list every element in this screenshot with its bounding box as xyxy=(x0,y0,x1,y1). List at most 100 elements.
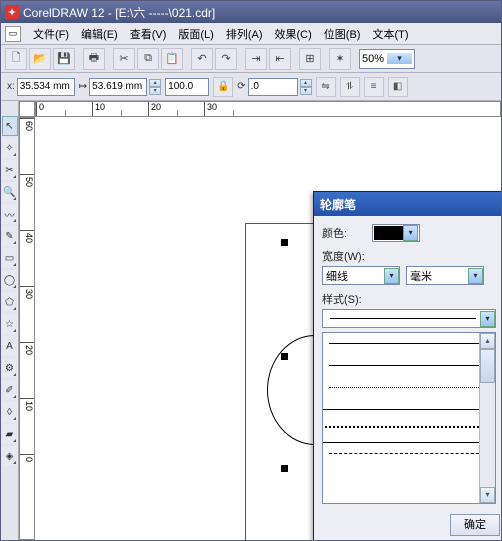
style-label-row: 样式(S): xyxy=(322,291,496,307)
ellipse-tool[interactable]: ◯ xyxy=(2,270,18,290)
outline-pen-dialog: 轮廓笔 颜色: ▾ 宽度(W): 细线 ▾ 毫米 ▾ 样式( xyxy=(313,191,502,541)
selection-handle[interactable] xyxy=(281,465,288,472)
property-bar: x: ↦ ▴▾ 🔒 ⟳ ▴▾ ⇋ ⥮ ≡ ◧ xyxy=(1,73,501,101)
chevron-down-icon[interactable]: ▾ xyxy=(387,53,412,64)
cut-button[interactable]: ✂ xyxy=(113,48,135,70)
save-button[interactable]: 💾 xyxy=(53,48,75,70)
rotate-input[interactable] xyxy=(248,78,298,96)
menu-edit[interactable]: 编辑(E) xyxy=(75,24,124,44)
basic-shapes-tool[interactable]: ☆ xyxy=(2,314,18,334)
print-button[interactable]: 🖶 xyxy=(83,48,105,70)
x-input[interactable] xyxy=(17,78,75,96)
new-button[interactable]: 🗋 xyxy=(5,48,27,70)
toolbox: ↖ ✧ ✂ 🔍 〰 ✎ ▭ ◯ ⬠ ☆ A ⚙ ✐ ◊ ▰ ◈ xyxy=(1,101,19,540)
v-tick: 40 xyxy=(20,230,34,286)
w-spinner[interactable]: ▴▾ xyxy=(149,79,161,95)
style-item-thin[interactable] xyxy=(323,355,495,377)
interactive-fill-tool[interactable]: ◈ xyxy=(2,446,18,466)
copy-button[interactable]: ⧉ xyxy=(137,48,159,70)
w-icon: ↦ xyxy=(79,81,87,92)
zoom-tool[interactable]: 🔍 xyxy=(2,182,18,202)
v-tick: 20 xyxy=(20,342,34,398)
style-item-dotted[interactable] xyxy=(323,377,495,399)
corel-online-button[interactable]: ✶ xyxy=(329,48,351,70)
pick-tool[interactable]: ↖ xyxy=(2,116,18,136)
scroll-down-button[interactable]: ▾ xyxy=(480,487,495,503)
doc-icon[interactable]: ▭ xyxy=(5,26,21,42)
selection-handle[interactable] xyxy=(281,239,288,246)
x-field: x: xyxy=(7,78,75,96)
freehand-tool[interactable]: 〰 xyxy=(2,204,18,224)
style-scrollbar[interactable]: ▴ ▾ xyxy=(479,333,495,503)
sx-input[interactable] xyxy=(165,78,209,96)
app-launcher-button[interactable]: ⊞ xyxy=(299,48,321,70)
color-label: 颜色: xyxy=(322,225,366,241)
menu-effects[interactable]: 效果(C) xyxy=(269,24,318,44)
unit-combo[interactable]: 毫米 ▾ xyxy=(406,266,484,285)
menu-bitmap[interactable]: 位图(B) xyxy=(318,24,367,44)
width-label-row: 宽度(W): xyxy=(322,248,496,264)
style-item-solid[interactable] xyxy=(323,333,495,355)
chevron-down-icon[interactable]: ▾ xyxy=(480,311,495,327)
outline-tool[interactable]: ◊ xyxy=(2,402,18,422)
menu-file[interactable]: 文件(F) xyxy=(27,24,75,44)
vertical-ruler[interactable]: 60 50 40 30 20 10 0 xyxy=(19,117,35,540)
horizontal-ruler[interactable]: 0 10 20 30 xyxy=(35,101,501,117)
x-label: x: xyxy=(7,81,15,92)
smart-tool[interactable]: ✎ xyxy=(2,226,18,246)
fill-tool[interactable]: ▰ xyxy=(2,424,18,444)
menu-layout[interactable]: 版面(L) xyxy=(172,24,219,44)
sx-field xyxy=(165,78,209,96)
scroll-up-button[interactable]: ▴ xyxy=(480,333,495,349)
polygon-tool[interactable]: ⬠ xyxy=(2,292,18,312)
chevron-down-icon[interactable]: ▾ xyxy=(384,268,399,284)
selection-handle[interactable] xyxy=(281,353,288,360)
w-input[interactable] xyxy=(89,78,147,96)
paste-button[interactable]: 📋 xyxy=(161,48,183,70)
scroll-thumb[interactable] xyxy=(480,349,495,383)
style-list[interactable]: ▴ ▾ xyxy=(322,332,496,504)
interactive-tool[interactable]: ⚙ xyxy=(2,358,18,378)
v-tick: 0 xyxy=(20,454,34,510)
misc-button-2[interactable]: ◧ xyxy=(388,77,408,97)
lock-ratio-button[interactable]: 🔒 xyxy=(213,77,233,97)
rotate-spinner[interactable]: ▴▾ xyxy=(300,79,312,95)
chevron-down-icon[interactable]: ▾ xyxy=(403,225,418,241)
app-icon: ✦ xyxy=(5,5,19,19)
redo-button[interactable]: ↷ xyxy=(215,48,237,70)
standard-toolbar: 🗋 📂 💾 🖶 ✂ ⧉ 📋 ↶ ↷ ⇥ ⇤ ⊞ ✶ 50% ▾ xyxy=(1,45,501,73)
crop-tool[interactable]: ✂ xyxy=(2,160,18,180)
eyedropper-tool[interactable]: ✐ xyxy=(2,380,18,400)
rotate-field: ⟳ ▴▾ xyxy=(237,78,311,96)
menu-arrange[interactable]: 排列(A) xyxy=(220,24,269,44)
mirror-v-button[interactable]: ⥮ xyxy=(340,77,360,97)
v-tick: 10 xyxy=(20,398,34,454)
v-tick: 60 xyxy=(20,118,34,174)
titlebar: ✦ CorelDRAW 12 - [E:\六 -----\021.cdr] xyxy=(1,1,501,23)
import-button[interactable]: ⇥ xyxy=(245,48,267,70)
width-label: 宽度(W): xyxy=(322,248,365,264)
color-row: 颜色: ▾ xyxy=(322,224,496,242)
width-combo[interactable]: 细线 ▾ xyxy=(322,266,400,285)
misc-button-1[interactable]: ≡ xyxy=(364,77,384,97)
v-tick: 50 xyxy=(20,174,34,230)
text-tool[interactable]: A xyxy=(2,336,18,356)
style-item-dashed2[interactable] xyxy=(323,443,495,465)
chevron-down-icon[interactable]: ▾ xyxy=(468,268,483,284)
menu-text[interactable]: 文本(T) xyxy=(366,24,414,44)
menu-view[interactable]: 查看(V) xyxy=(124,24,173,44)
export-button[interactable]: ⇤ xyxy=(269,48,291,70)
style-combo[interactable]: ▾ xyxy=(322,309,496,328)
shape-tool[interactable]: ✧ xyxy=(2,138,18,158)
h-tick: 20 xyxy=(148,102,204,116)
dialog-title[interactable]: 轮廓笔 xyxy=(314,192,502,216)
ok-button[interactable]: 确定 xyxy=(450,514,500,536)
color-swatch[interactable]: ▾ xyxy=(372,224,420,242)
rectangle-tool[interactable]: ▭ xyxy=(2,248,18,268)
mirror-h-button[interactable]: ⇋ xyxy=(316,77,336,97)
menubar: ▭ 文件(F) 编辑(E) 查看(V) 版面(L) 排列(A) 效果(C) 位图… xyxy=(1,23,501,45)
open-button[interactable]: 📂 xyxy=(29,48,51,70)
ruler-origin[interactable] xyxy=(19,101,35,117)
undo-button[interactable]: ↶ xyxy=(191,48,213,70)
zoom-combo[interactable]: 50% ▾ xyxy=(359,49,415,69)
